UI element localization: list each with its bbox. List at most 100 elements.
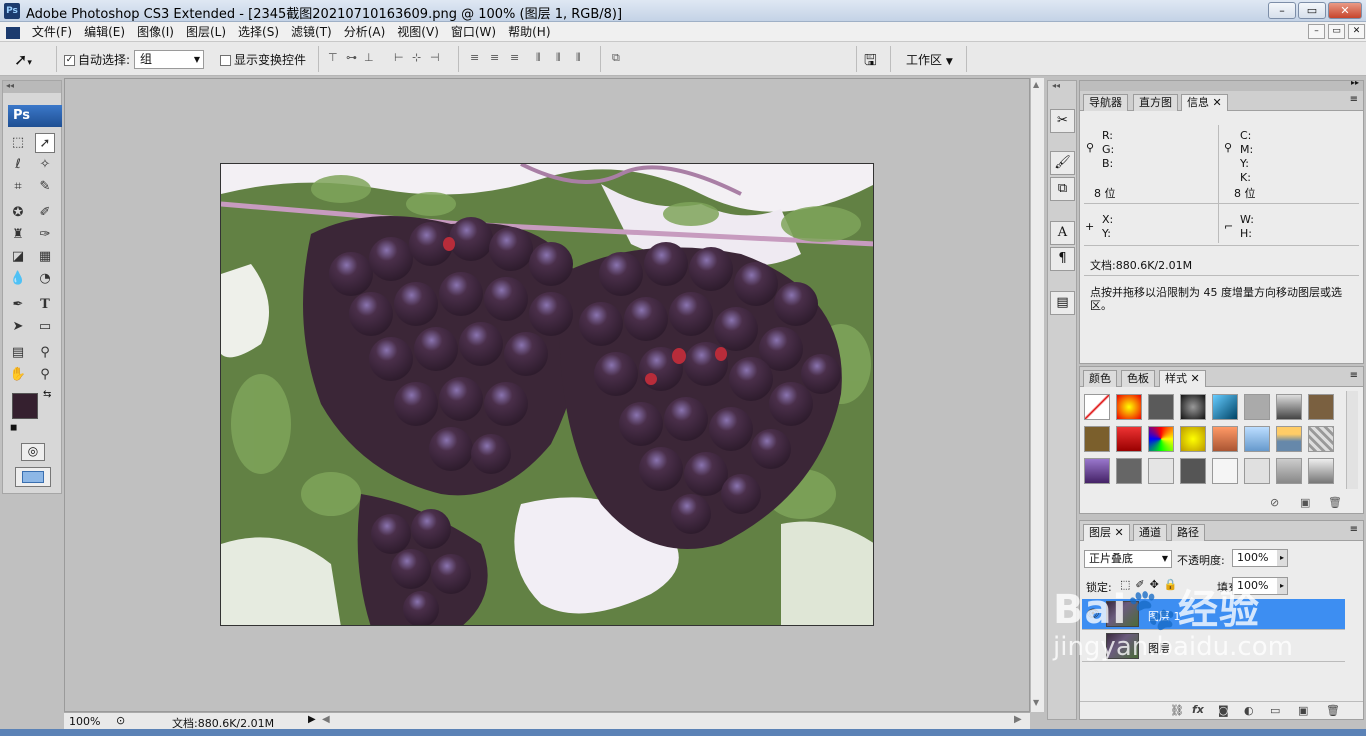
- marquee-tool-icon[interactable]: ⬚: [8, 133, 28, 153]
- fx-icon[interactable]: fx: [1192, 703, 1204, 716]
- style-swatch[interactable]: [1116, 426, 1142, 452]
- style-swatch[interactable]: [1244, 426, 1270, 452]
- minimize-button[interactable]: –: [1268, 2, 1296, 19]
- style-swatch[interactable]: [1084, 394, 1110, 420]
- vertical-scrollbar[interactable]: ▲ ▼: [1030, 78, 1044, 712]
- move-tool-preset-icon[interactable]: ➚▾: [14, 50, 32, 69]
- hand-tool-icon[interactable]: ✋: [8, 365, 28, 385]
- close-icon[interactable]: ✕: [1115, 526, 1124, 539]
- brushes-icon[interactable]: 🖌: [1050, 151, 1075, 175]
- align-top-icon[interactable]: ⊤: [328, 51, 339, 67]
- adjustment-icon[interactable]: ◐: [1244, 704, 1254, 717]
- opacity-slider-icon[interactable]: ▸: [1277, 550, 1287, 566]
- align-vcenter-icon[interactable]: ⊶: [346, 51, 358, 67]
- tab-info[interactable]: 信息 ✕: [1181, 94, 1228, 111]
- doc-restore-button[interactable]: ▭: [1328, 24, 1345, 39]
- align-bottom-icon[interactable]: ⊥: [364, 51, 375, 67]
- style-swatch[interactable]: [1212, 394, 1238, 420]
- collapse-icon[interactable]: ◂◂: [3, 81, 61, 93]
- distribute-bottom-icon[interactable]: ≡: [510, 51, 520, 67]
- scroll-left-icon[interactable]: ◀: [322, 714, 330, 725]
- bridge-icon[interactable]: 🖫: [864, 50, 877, 75]
- distribute-hcenter-icon[interactable]: ⫴: [556, 51, 562, 67]
- opacity-input[interactable]: 100% ▸: [1232, 549, 1288, 567]
- menu-select[interactable]: 选择(S): [232, 22, 285, 42]
- tab-layers[interactable]: 图层 ✕: [1083, 524, 1130, 541]
- blend-mode-dropdown[interactable]: 正片叠底 ▼: [1084, 550, 1172, 568]
- status-arrow-icon[interactable]: ▶: [308, 714, 316, 725]
- style-swatch[interactable]: [1276, 458, 1302, 484]
- clone-stamp-icon[interactable]: ♜: [8, 225, 28, 245]
- tab-styles[interactable]: 样式 ✕: [1159, 370, 1206, 387]
- style-swatch[interactable]: [1084, 458, 1110, 484]
- new-layer-icon[interactable]: ▣: [1298, 704, 1308, 717]
- style-swatch[interactable]: [1308, 394, 1334, 420]
- trash-icon[interactable]: 🗑: [1326, 704, 1340, 717]
- close-button[interactable]: ✕: [1328, 2, 1362, 19]
- magic-wand-icon[interactable]: ✧: [35, 155, 55, 175]
- scroll-right-icon[interactable]: ▶: [1014, 714, 1022, 725]
- style-swatch[interactable]: [1116, 394, 1142, 420]
- mask-icon[interactable]: ◙: [1218, 704, 1229, 717]
- close-icon[interactable]: ✕: [1191, 372, 1200, 385]
- blur-tool-icon[interactable]: 💧: [8, 269, 28, 289]
- scroll-down-icon[interactable]: ▼: [1033, 698, 1039, 707]
- scroll-up-icon[interactable]: ▲: [1033, 80, 1039, 89]
- menu-edit[interactable]: 编辑(E): [78, 22, 131, 42]
- tools-preset-icon[interactable]: ✂: [1050, 109, 1075, 133]
- auto-select-checkbox[interactable]: ✓ 自动选择:: [64, 51, 130, 68]
- style-swatch[interactable]: [1116, 458, 1142, 484]
- style-swatch[interactable]: [1148, 426, 1174, 452]
- slice-tool-icon[interactable]: ✎: [35, 177, 55, 197]
- style-swatch[interactable]: [1180, 394, 1206, 420]
- style-swatch[interactable]: [1148, 394, 1174, 420]
- eyedropper-icon[interactable]: ⚲: [35, 343, 55, 363]
- auto-select-dropdown[interactable]: 组 ▼: [134, 50, 204, 69]
- workspace-button[interactable]: 工作区 ▼: [906, 51, 953, 68]
- style-swatch[interactable]: [1180, 458, 1206, 484]
- menu-help[interactable]: 帮助(H): [502, 22, 556, 42]
- status-menu-icon[interactable]: ⊙: [116, 714, 125, 727]
- pen-tool-icon[interactable]: ✒: [8, 295, 28, 315]
- clear-style-icon[interactable]: ⊘: [1270, 496, 1279, 509]
- tab-histogram[interactable]: 直方图: [1133, 94, 1178, 111]
- panel-menu-icon[interactable]: ≡: [1350, 370, 1358, 381]
- swap-colors-icon[interactable]: ⇆: [43, 389, 51, 400]
- style-swatch[interactable]: [1084, 426, 1110, 452]
- close-icon[interactable]: ✕: [1213, 96, 1222, 109]
- tab-channels[interactable]: 通道: [1133, 524, 1167, 541]
- distribute-top-icon[interactable]: ≡: [470, 51, 480, 67]
- default-colors-icon[interactable]: ◼: [10, 423, 17, 433]
- show-transform-checkbox[interactable]: 显示变换控件: [220, 51, 306, 68]
- menu-view[interactable]: 视图(V): [391, 22, 445, 42]
- zoom-tool-icon[interactable]: ⚲: [35, 365, 55, 385]
- crop-tool-icon[interactable]: ⌗: [8, 177, 28, 197]
- folder-icon[interactable]: ▭: [1270, 704, 1280, 717]
- history-brush-icon[interactable]: ✑: [35, 225, 55, 245]
- menu-file[interactable]: 文件(F): [26, 22, 78, 42]
- clone-source-icon[interactable]: ⧉: [1050, 177, 1075, 201]
- menu-layer[interactable]: 图层(L): [180, 22, 232, 42]
- doc-menu-icon[interactable]: [0, 22, 22, 42]
- tab-paths[interactable]: 路径: [1171, 524, 1205, 541]
- menu-image[interactable]: 图像(I): [131, 22, 180, 42]
- tab-color[interactable]: 颜色: [1083, 370, 1117, 387]
- document-image[interactable]: [220, 163, 874, 626]
- styles-scrollbar[interactable]: [1346, 391, 1358, 489]
- tab-swatches[interactable]: 色板: [1121, 370, 1155, 387]
- brush-tool-icon[interactable]: ✐: [35, 203, 55, 223]
- style-swatch[interactable]: [1180, 426, 1206, 452]
- style-swatch[interactable]: [1148, 458, 1174, 484]
- doc-close-button[interactable]: ✕: [1348, 24, 1365, 39]
- align-right-icon[interactable]: ⊣: [430, 51, 441, 67]
- layer-comps-icon[interactable]: ▤: [1050, 291, 1075, 315]
- move-tool-icon[interactable]: ➚: [35, 133, 55, 153]
- dock-collapse-icon[interactable]: ◂◂: [1052, 81, 1060, 90]
- restore-button[interactable]: ▭: [1298, 2, 1326, 19]
- panel-menu-icon[interactable]: ≡: [1350, 524, 1358, 535]
- style-swatch[interactable]: [1276, 426, 1302, 452]
- style-swatch[interactable]: [1244, 394, 1270, 420]
- distribute-left-icon[interactable]: ⫴: [536, 51, 542, 67]
- menu-filter[interactable]: 滤镜(T): [285, 22, 338, 42]
- paragraph-icon[interactable]: ¶: [1050, 247, 1075, 271]
